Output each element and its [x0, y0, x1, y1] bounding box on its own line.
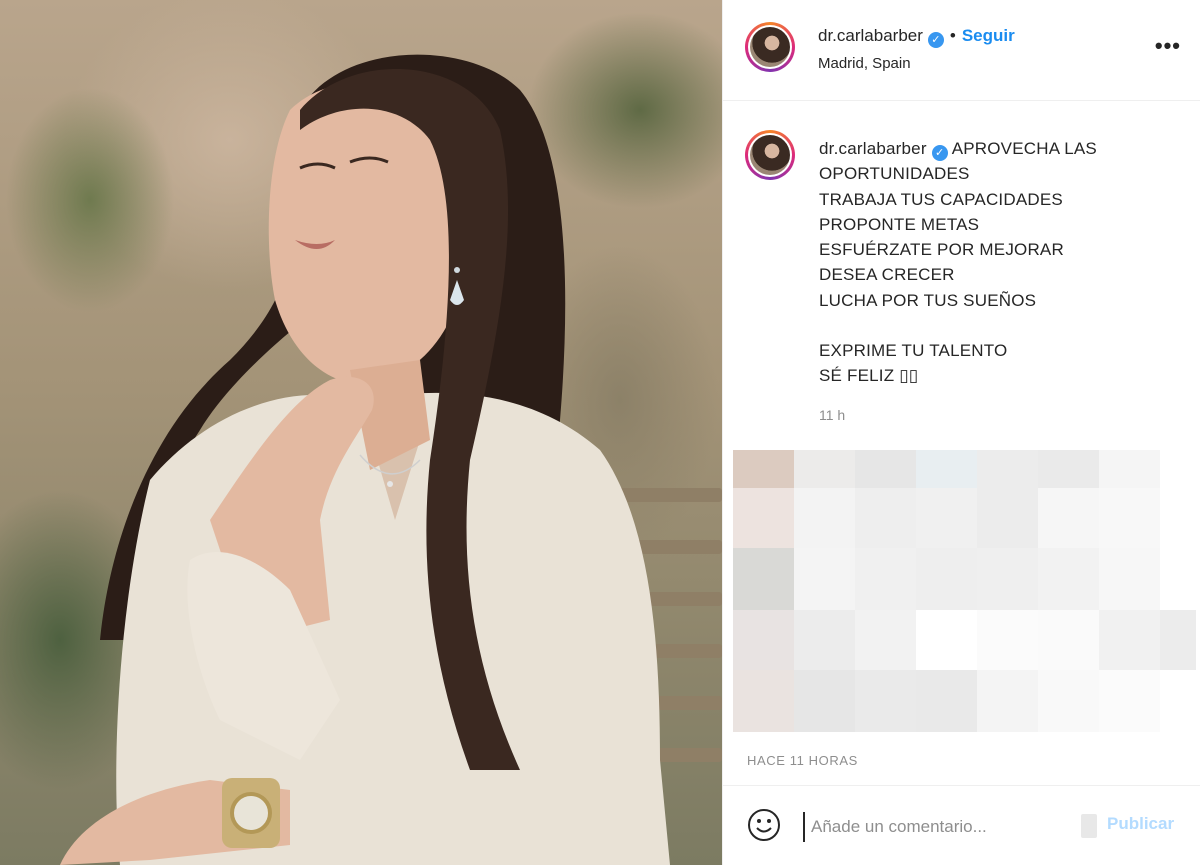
photo-illustration: [60, 54, 722, 865]
author-username[interactable]: dr.carlabarber: [818, 26, 923, 45]
caption-line-blank: [819, 313, 1189, 338]
pixel-block: [794, 610, 855, 670]
pixel-block: [1099, 488, 1160, 548]
publish-button[interactable]: Publicar: [1107, 814, 1174, 834]
pixel-block: [1038, 450, 1099, 488]
pixel-block: [794, 548, 855, 610]
caption-line: SÉ FELIZ ▯▯: [819, 366, 919, 386]
caption-line: TRABAJA TUS CAPACIDADES: [819, 189, 1063, 209]
post-sidebar: dr.carlabarber ✓ • Seguir Madrid, Spain •••…: [722, 0, 1200, 865]
smiley-icon[interactable]: [747, 808, 781, 842]
pixel-block: [916, 548, 977, 610]
post-location[interactable]: Madrid, Spain: [818, 55, 911, 72]
pixel-block: [1099, 610, 1160, 670]
caption-text: dr.carlabarber ✓ APROVECHA LAS OPORTUNIDA…: [819, 136, 1189, 389]
separator-dot: •: [949, 26, 956, 45]
caption-line: EXPRIME TU TALENTO: [819, 341, 1008, 361]
caption-line: PROPONTE METAS: [819, 214, 980, 234]
pixel-block: [916, 670, 977, 732]
pixel-block: [855, 670, 916, 732]
pixel-block: [1099, 548, 1160, 610]
pixel-block: [977, 548, 1038, 610]
pixel-block: [977, 450, 1038, 488]
pixel-block: [733, 450, 794, 488]
pixel-block: [977, 610, 1038, 670]
pixel-block: [733, 548, 794, 610]
verified-badge-icon: ✓: [931, 145, 948, 161]
pixel-block: [733, 610, 794, 670]
pixel-block: [855, 488, 916, 548]
author-line: dr.carlabarber ✓ • Seguir: [818, 26, 1015, 48]
caption-line: dr.carlabarber ✓ APROVECHA LAS: [819, 136, 1189, 161]
pixel-block: [977, 488, 1038, 548]
pixel-block: [794, 670, 855, 732]
caption-line: ESFUÉRZATE POR MEJORAR: [819, 240, 1064, 260]
post-header: dr.carlabarber ✓ • Seguir Madrid, Spain •••: [723, 0, 1200, 101]
caption-avatar[interactable]: [745, 130, 795, 180]
pixel-block: [855, 610, 916, 670]
pixel-block: [855, 548, 916, 610]
pixel-block: [1038, 670, 1099, 732]
post-photo[interactable]: [0, 0, 722, 865]
pixel-block: [794, 488, 855, 548]
pixel-block: [794, 450, 855, 488]
pixel-block: [1099, 670, 1160, 732]
pixel-block: [1038, 548, 1099, 610]
pixel-block: [855, 450, 916, 488]
verified-badge-icon: ✓: [927, 32, 944, 48]
caption-timestamp[interactable]: 11 h: [819, 407, 845, 423]
author-avatar[interactable]: [745, 22, 795, 72]
more-options-icon[interactable]: •••: [1155, 35, 1181, 57]
comment-bar: Publicar: [723, 785, 1200, 866]
post-timestamp[interactable]: HACE 11 HORAS: [747, 753, 858, 768]
pixel-block: [916, 488, 977, 548]
avatar-image: [750, 135, 790, 175]
pixel-block: [1099, 450, 1160, 488]
pixel-block: [733, 670, 794, 732]
caption-line-text: APROVECHA LAS: [951, 139, 1097, 158]
follow-button[interactable]: Seguir: [962, 26, 1015, 45]
pixel-block: [733, 488, 794, 548]
pixel-block: [977, 670, 1038, 732]
pixel-block: [916, 610, 977, 670]
pixel-block: [1160, 610, 1196, 670]
pixel-block: [1038, 610, 1099, 670]
pixelated-comments: [733, 450, 1200, 744]
comment-input[interactable]: [803, 812, 1071, 842]
caption-line: LUCHA POR TUS SUEÑOS: [819, 290, 1037, 310]
caption-line: OPORTUNIDADES: [819, 164, 970, 184]
caption-username[interactable]: dr.carlabarber: [819, 139, 927, 158]
avatar-image: [750, 27, 790, 67]
pixel-block: [1038, 488, 1099, 548]
caption-line: DESEA CRECER: [819, 265, 955, 285]
input-resize-icon: [1081, 814, 1097, 838]
pixel-block: [916, 450, 977, 488]
